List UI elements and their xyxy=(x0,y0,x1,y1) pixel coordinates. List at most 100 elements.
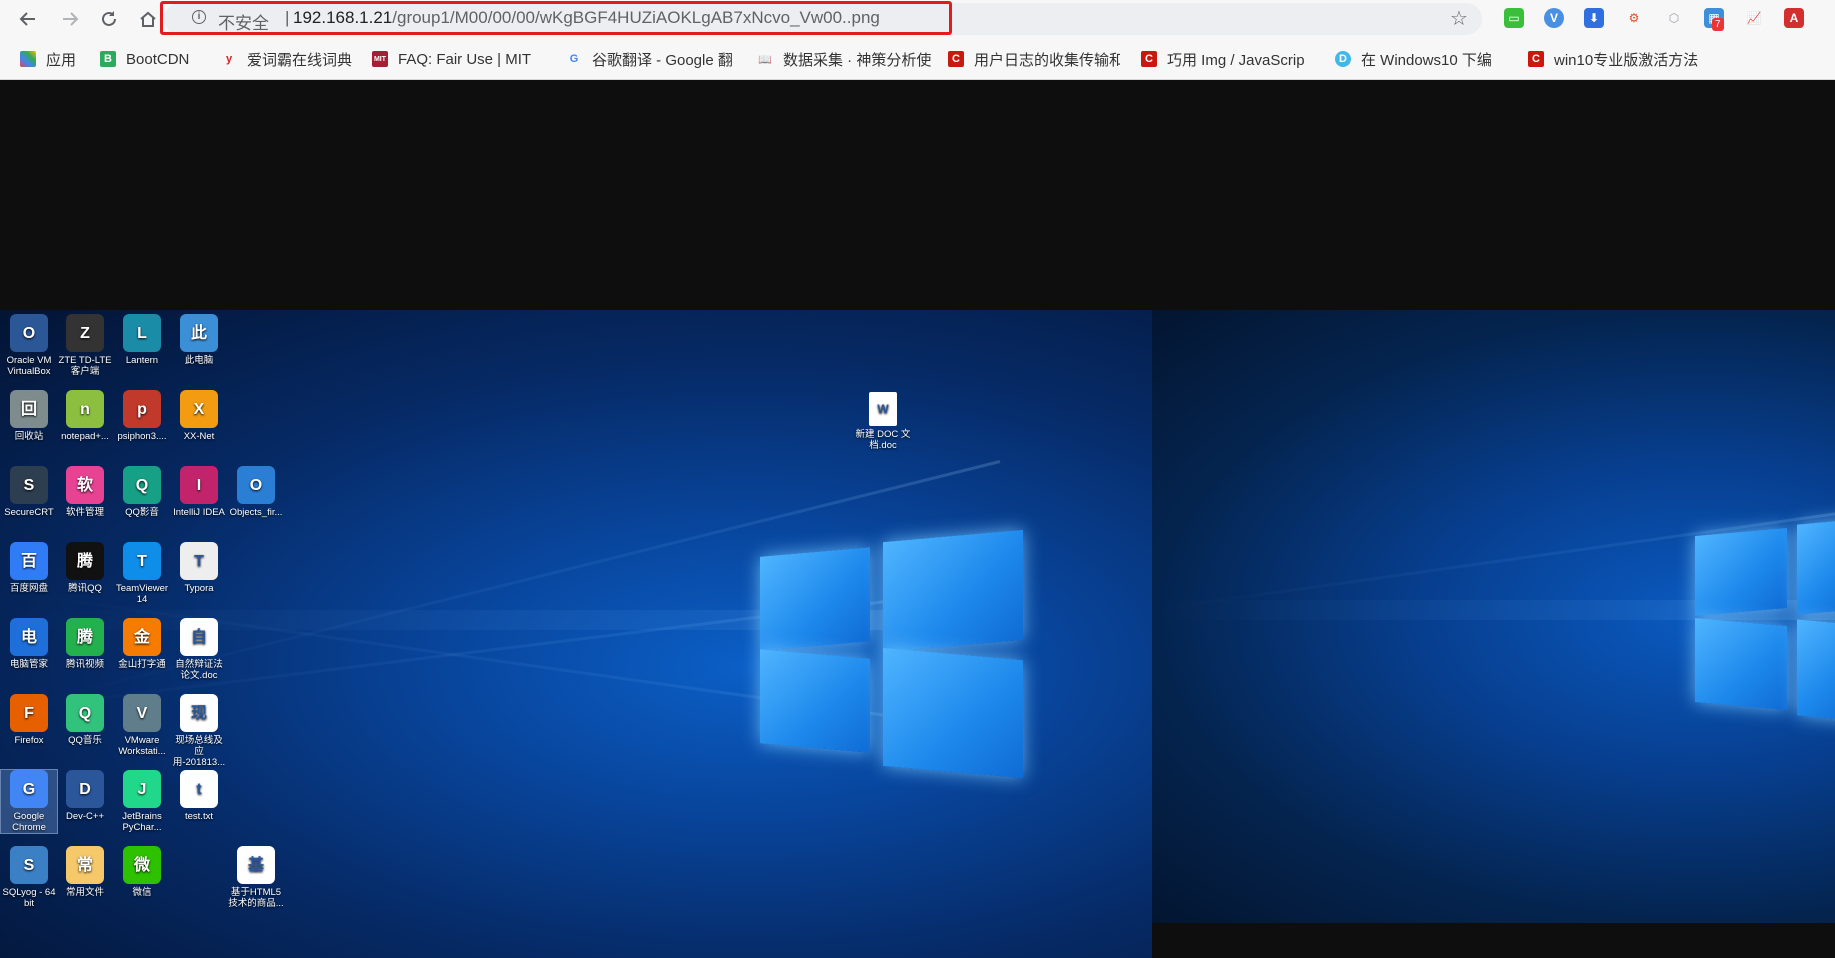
bookmark-user-log[interactable]: C 用户日志的收集传输和 xyxy=(948,49,1120,69)
typing-icon: 金 xyxy=(123,618,161,656)
desktop-icon-label: 回收站 xyxy=(14,431,44,442)
shield-extension-icon[interactable]: ⬡ xyxy=(1664,8,1684,28)
wechat-icon: 微 xyxy=(123,846,161,884)
desktop-icon-chrome[interactable]: G Google Chrome xyxy=(0,769,58,834)
desktop-icon-word-doc[interactable]: 基基于HTML5技术的商品... xyxy=(228,846,284,909)
desktop-icon-pdf[interactable]: O Objects_fir... xyxy=(228,466,284,518)
desktop-icon-label: Oracle VM VirtualBox xyxy=(6,355,52,377)
google-icon: G xyxy=(569,53,579,65)
desktop-icon-firefox[interactable]: F Firefox xyxy=(1,694,57,746)
home-icon[interactable] xyxy=(136,7,160,31)
desktop-icon-label: SecureCRT xyxy=(4,507,54,518)
desktop-icon-label: TeamViewer 14 xyxy=(115,583,169,605)
teamviewer-icon: T xyxy=(123,542,161,580)
bookmark-iciba[interactable]: y 爱词霸在线词典 xyxy=(221,49,361,69)
chart-extension-icon[interactable]: 📈 xyxy=(1744,8,1764,28)
pycharm-icon: J xyxy=(123,770,161,808)
desktop-icon-virtualbox[interactable]: O Oracle VM VirtualBox xyxy=(1,314,57,377)
desktop-icon-recycle-bin[interactable]: 回回收站 xyxy=(1,390,57,442)
desktop-icon-zte-lte[interactable]: Z ZTE TD-LTE 客户端 xyxy=(57,314,113,377)
software-manager-icon: 软 xyxy=(66,466,104,504)
desktop-icon-qq-music[interactable]: Q QQ音乐 xyxy=(57,694,113,746)
extension-badge: 7 xyxy=(1712,18,1724,31)
desktop-file-new-doc[interactable]: W 新建 DOC 文档.doc xyxy=(854,392,912,451)
desktop-icon-label: Typora xyxy=(184,583,214,594)
desktop-icon-pycharm[interactable]: J JetBrains PyChar... xyxy=(114,770,170,833)
reload-icon[interactable] xyxy=(97,7,121,31)
bookmark-img-javascript[interactable]: C 巧用 Img / JavaScrip xyxy=(1141,49,1313,69)
desktop-icon-software-manager[interactable]: 软软件管理 xyxy=(57,466,113,518)
bookmark-win10-activation[interactable]: Cwin10专业版激活方法 xyxy=(1528,49,1700,69)
desktop-icon-sqlyog[interactable]: S SQLyog - 64 bit xyxy=(1,846,57,909)
desktop-wallpaper-left: O Oracle VM VirtualBox Z ZTE TD-LTE 客户端 L Lan… xyxy=(0,310,1152,958)
desktop-icon-label: XX-Net xyxy=(183,431,215,442)
bookmark-sensors-data[interactable]: 📖 数据采集 · 神策分析使 xyxy=(757,49,931,69)
desktop-icon-notepad-plus[interactable]: n notepad+... xyxy=(57,390,113,442)
desktop-icon-typora[interactable]: T Typora xyxy=(171,542,227,594)
zte-lte-icon: Z xyxy=(66,314,104,352)
bookmark-google-translate[interactable]: G 谷歌翻译 - Google 翻 xyxy=(566,49,736,69)
desktop-icon-securecrt[interactable]: S SecureCRT xyxy=(1,466,57,518)
bookmark-star-icon[interactable]: ☆ xyxy=(1450,6,1468,31)
info-icon[interactable]: i xyxy=(192,10,206,24)
network-extension-icon[interactable]: ⚙ xyxy=(1624,8,1644,28)
windows-logo-pane xyxy=(1695,617,1787,711)
back-icon[interactable] xyxy=(16,7,40,31)
desktop-icon-wechat[interactable]: 微微信 xyxy=(114,846,170,898)
desktop-icon-qq-player[interactable]: Q QQ影音 xyxy=(114,466,170,518)
desktop-icon-this-pc[interactable]: 此此电脑 xyxy=(171,314,227,366)
desktop-icon-label: notepad+... xyxy=(61,431,109,442)
tv-extension-icon[interactable]: ▭ xyxy=(1504,8,1524,28)
desktop-icon-lantern[interactable]: L Lantern xyxy=(114,314,170,366)
windows-logo-pane xyxy=(760,649,870,753)
desktop-icon-qq[interactable]: 腾腾讯QQ xyxy=(57,542,113,594)
bookmarks-bar: 应用 B BootCDN y 爱词霸在线词典 MIT FAQ: Fair Use | … xyxy=(0,38,1835,80)
tencent-video-icon: 腾 xyxy=(66,618,104,656)
url-path: /group1/M00/00/00/wKgBGF4HUZiAOKLgAB7xNc… xyxy=(392,8,880,27)
iciba-icon: y xyxy=(225,53,233,65)
desktop-icon-vmware[interactable]: V VMware Workstati... xyxy=(114,694,170,757)
bookmark-apps[interactable]: 应用 xyxy=(20,49,88,69)
desktop-icon-label: Dev-C++ xyxy=(65,811,104,822)
desktop-icon-folder[interactable]: 常常用文件 xyxy=(57,846,113,898)
d-icon: D xyxy=(1335,51,1351,67)
desktop-icon-psiphon[interactable]: p psiphon3.... xyxy=(114,390,170,442)
url-text[interactable]: 192.168.1.21/group1/M00/00/00/wKgBGF4HUZ… xyxy=(293,8,880,28)
desktop-icon-pc-manager[interactable]: 电电脑管家 xyxy=(1,618,57,670)
desktop-icon-typing[interactable]: 金金山打字通 xyxy=(114,618,170,670)
desktop-icon-tencent-video[interactable]: 腾腾讯视频 xyxy=(57,618,113,670)
desktop-icon-label: VMware Workstati... xyxy=(118,735,166,757)
desktop-icon-label: 此电脑 xyxy=(184,355,214,366)
this-pc-icon: 此 xyxy=(180,314,218,352)
desktop-icon-intellij[interactable]: I IntelliJ IDEA xyxy=(171,466,227,518)
forward-icon[interactable] xyxy=(58,7,82,31)
desktop-icon-label: test.txt xyxy=(185,811,213,822)
pdf-extension-icon[interactable]: A xyxy=(1784,8,1804,28)
desktop-icon-word-doc[interactable]: 自自然辩证法论文.doc xyxy=(171,618,227,681)
displayed-screenshot-image[interactable]: O Oracle VM VirtualBox Z ZTE TD-LTE 客户端 L Lan… xyxy=(0,310,1835,958)
bootcdn-icon: B xyxy=(100,51,116,67)
desktop-icon-devcpp[interactable]: D Dev-C++ xyxy=(57,770,113,822)
desktop-icon-xx-net[interactable]: X XX-Net xyxy=(171,390,227,442)
windows-logo-pane xyxy=(883,647,1023,779)
qq-icon: 腾 xyxy=(66,542,104,580)
baidu-netdisk-icon: 百 xyxy=(10,542,48,580)
desktop-icon-label: Firefox xyxy=(14,735,44,746)
bookmark-bootcdn[interactable]: B BootCDN xyxy=(100,49,210,69)
pocket-extension-icon[interactable]: ⬇ xyxy=(1584,8,1604,28)
desktop-icon-label: Objects_fir... xyxy=(229,507,283,518)
windows-logo-pane xyxy=(1797,519,1835,615)
desktop-icon-word-doc[interactable]: 现现场总线及应用-201813... xyxy=(171,694,227,768)
bookmark-mit-faq[interactable]: MIT FAQ: Fair Use | MIT xyxy=(372,49,538,69)
csdn-icon: C xyxy=(1528,51,1544,67)
url-separator: | xyxy=(285,8,290,27)
word-doc-icon: 现 xyxy=(180,694,218,732)
desktop-icon-baidu-netdisk[interactable]: 百百度网盘 xyxy=(1,542,57,594)
desktop-icon-teamviewer[interactable]: T TeamViewer 14 xyxy=(114,542,170,605)
vivaldi-extension-icon[interactable]: V xyxy=(1544,8,1564,28)
desktop-icon-text-file[interactable]: t test.txt xyxy=(171,770,227,822)
desktop-wallpaper-right xyxy=(1152,310,1835,923)
desktop-icon-label: psiphon3.... xyxy=(117,431,167,442)
bookmark-windows10-compile[interactable]: D在 Windows10 下编 xyxy=(1335,49,1507,69)
desktop-icon-label: 基于HTML5技术的商品... xyxy=(228,887,284,909)
